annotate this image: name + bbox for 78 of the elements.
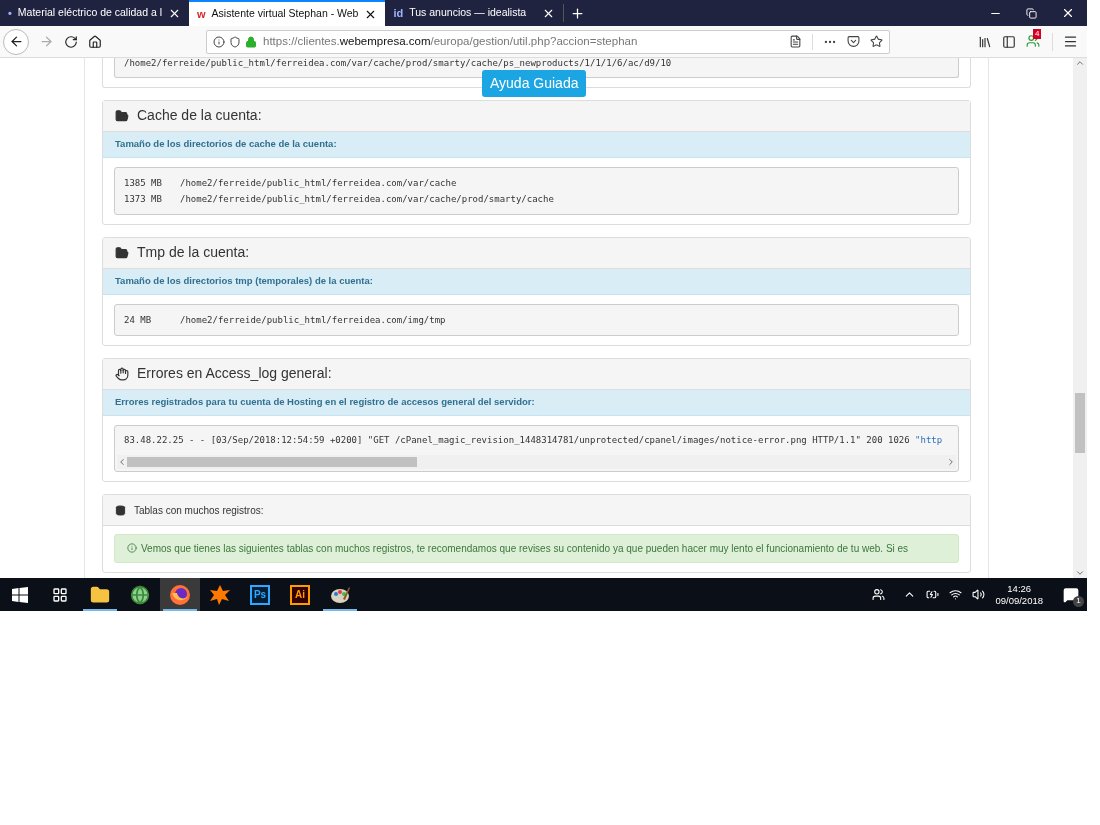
info-icon	[127, 543, 137, 553]
star-burst-icon	[209, 583, 231, 606]
library-icon[interactable]	[978, 34, 992, 49]
sidebar-icon[interactable]	[1002, 34, 1016, 49]
panel-title: Errores en Access_log general:	[137, 364, 332, 383]
panel-title: Tablas con muchos registros:	[134, 503, 264, 518]
size-value: 1373 MB	[124, 192, 163, 206]
globe-icon	[130, 584, 150, 605]
reload-icon[interactable]	[64, 34, 78, 49]
address-bar[interactable]: https://clientes.webempresa.com/europa/gestion/util.php?accion=stephan	[206, 29, 890, 54]
alert-text: Vemos que tienes las siguientes tablas con muchos registros, te recomendamos que revises su contenido ya que pueden hacer muy lento el funcionamiento de tu web. Si es	[141, 542, 909, 556]
favicon: •	[8, 5, 12, 21]
menu-icon[interactable]	[1063, 34, 1078, 49]
panel-subtitle: Errores registrados para tu cuenta de Hosting en el registro de accesos general del servidor:	[115, 394, 535, 409]
scrollbar-thumb[interactable]	[127, 457, 417, 467]
task-view-icon	[52, 586, 68, 603]
scroll-right-icon[interactable]	[946, 457, 956, 467]
size-value: 24 MB	[124, 313, 153, 327]
folder-icon	[90, 584, 110, 605]
bookmark-star-icon[interactable]	[870, 35, 883, 48]
folder-icon	[115, 108, 129, 123]
wifi-icon[interactable]	[949, 588, 963, 601]
browser-tab[interactable]: • Material eléctrico de calidad a l	[0, 0, 189, 26]
taskbar-button[interactable]	[160, 578, 200, 611]
log-line: 83.48.22.25 - - [03/Sep/2018:12:54:59 +0200] "GET /cPanel_magic_revision_1448314781/unprotected/cpanel/images/notice-error.png HTTP/1.1" 200 1026	[124, 433, 911, 447]
extension-icon[interactable]	[1026, 33, 1040, 48]
size-value: 1385 MB	[124, 176, 163, 190]
time-text: 14:26	[1007, 582, 1032, 595]
date-text: 09/09/2018	[995, 594, 1043, 607]
battery-icon[interactable]	[926, 588, 940, 601]
tab-title: Tus anuncios — idealista	[409, 5, 528, 21]
people-icon[interactable]	[872, 588, 886, 601]
path-text: /home2/ferreide/public_html/ferreidea.com/img/tmp	[180, 313, 446, 327]
taskbar-button[interactable]: Ps	[240, 578, 280, 611]
path-text: /home2/ferreide/public_html/ferreidea.com/var/cache/prod/smarty/cache/ps_newproducts/1/1/1/6/ac/d9/10	[124, 58, 672, 68]
favicon: w	[197, 6, 206, 22]
home-icon[interactable]	[88, 34, 102, 49]
shield-icon[interactable]	[229, 35, 241, 48]
windows-logo-icon	[12, 586, 28, 603]
horizontal-scrollbar[interactable]	[117, 455, 956, 469]
browser-tab[interactable]: w Asistente virtual Stephan - Web	[189, 0, 386, 26]
action-center-icon[interactable]	[1063, 586, 1079, 603]
browser-logo-icon	[169, 583, 191, 606]
taskbar-button[interactable]: Ai	[280, 578, 320, 611]
hand-icon	[115, 366, 129, 381]
reader-view-icon[interactable]	[789, 35, 802, 48]
volume-icon[interactable]	[972, 588, 986, 601]
notification-badge: 4	[1033, 28, 1042, 39]
close-window-icon[interactable]	[1061, 6, 1075, 20]
illustrator-icon: Ai	[290, 584, 310, 605]
tab-title: Material eléctrico de calidad a l	[17, 5, 162, 21]
vertical-scrollbar[interactable]	[1073, 58, 1087, 578]
browser-tab[interactable]: id Tus anuncios — idealista	[385, 0, 564, 26]
database-icon	[115, 504, 126, 516]
url-text: https://clientes.webempresa.com/europa/gestion/util.php?accion=stephan	[263, 33, 638, 49]
clock[interactable]: 14:26 09/09/2018	[995, 582, 1043, 607]
scroll-left-icon[interactable]	[117, 457, 127, 467]
favicon: id	[393, 5, 404, 21]
notification-count: 1	[1073, 595, 1084, 607]
new-tab-icon[interactable]	[570, 5, 586, 21]
scroll-down-icon[interactable]	[1075, 568, 1085, 578]
photoshop-icon: Ps	[250, 584, 270, 605]
panel-subtitle: Tamaño de los directorios de cache de la cuenta:	[115, 136, 337, 151]
back-button[interactable]	[3, 28, 29, 55]
panel-title: Tmp de la cuenta:	[137, 243, 250, 262]
restore-icon[interactable]	[1026, 7, 1037, 19]
url-link[interactable]: "http	[915, 433, 943, 447]
scrollbar-thumb[interactable]	[1075, 393, 1085, 453]
panel-title: Cache de la cuenta:	[137, 106, 262, 125]
path-text: /home2/ferreide/public_html/ferreidea.com/var/cache/prod/smarty/cache	[180, 192, 554, 206]
path-text: /home2/ferreide/public_html/ferreidea.com/var/cache	[180, 176, 457, 190]
folder-icon	[115, 245, 129, 260]
pocket-icon[interactable]	[847, 35, 860, 48]
scroll-up-icon[interactable]	[1075, 58, 1085, 68]
panel-subtitle: Tamaño de los directorios tmp (temporales) de la cuenta:	[115, 273, 373, 288]
info-icon[interactable]	[213, 35, 225, 48]
tab-title: Asistente virtual Stephan - Web	[211, 6, 359, 22]
lock-icon[interactable]	[245, 35, 257, 48]
